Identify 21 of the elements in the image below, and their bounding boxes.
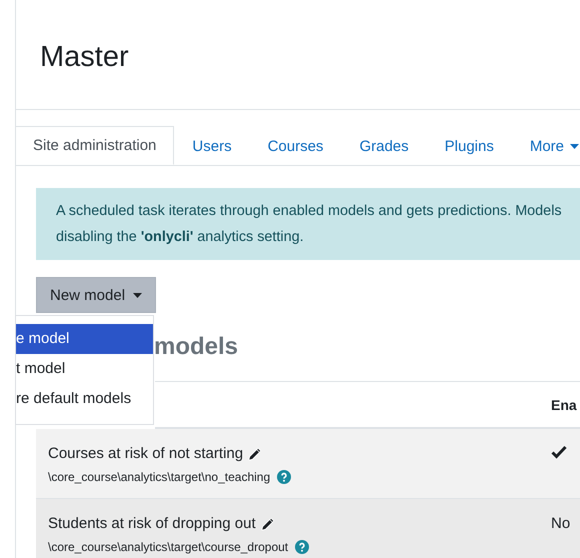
model-name: Courses at risk of not starting (48, 445, 244, 462)
menu-item[interactable]: re default models (16, 384, 153, 414)
new-model-button[interactable]: New model (36, 277, 156, 313)
edit-pencil-icon[interactable] (248, 446, 262, 460)
model-name: Students at risk of dropping out (48, 515, 256, 532)
check-icon (551, 445, 567, 459)
page-title: Master (40, 41, 129, 74)
section-heading: models (154, 333, 238, 361)
menu-item[interactable]: e model (16, 324, 153, 354)
target-path: \core_course\analytics\target\no_teaching (48, 470, 270, 484)
alert-text: A scheduled task iterates through enabled models and gets predictions. Models (56, 202, 563, 221)
column-header: Ena (551, 396, 578, 412)
help-icon[interactable] (295, 540, 310, 554)
alert-text: disabling the 'onlycli' analytics setting. (56, 228, 305, 247)
enabled-status: No (551, 515, 570, 532)
nav-tab[interactable]: Site administration (16, 126, 174, 165)
edit-pencil-icon[interactable] (260, 516, 275, 530)
help-icon[interactable] (277, 470, 292, 484)
menu-item[interactable]: t model (16, 354, 153, 384)
caret-icon (133, 292, 142, 298)
target-path: \core_course\analytics\target\course_dropout (48, 540, 288, 554)
